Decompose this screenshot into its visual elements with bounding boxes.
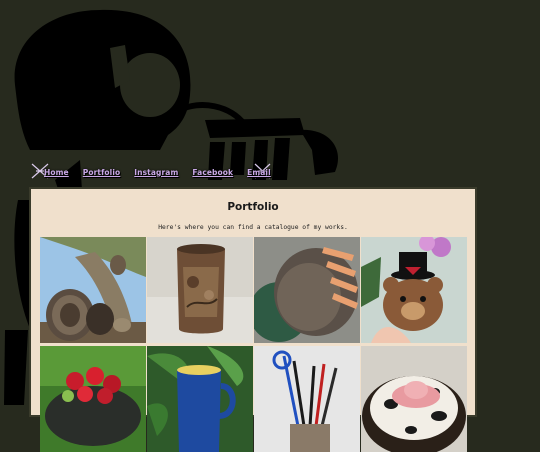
- portfolio-photo-cow-dish[interactable]: [361, 346, 467, 452]
- portfolio-photo-tall-vase[interactable]: [147, 237, 253, 343]
- portfolio-grid: [40, 237, 467, 452]
- page-subtitle: Here's where you can find a catalogue of…: [158, 224, 348, 231]
- page-title: Portfolio: [227, 201, 279, 213]
- portfolio-photo-pen-holder[interactable]: [254, 346, 360, 452]
- portfolio-photo-blue-mug[interactable]: [147, 346, 253, 452]
- portfolio-photo-strawberry-bowl[interactable]: [40, 346, 146, 452]
- nav-instagram-link[interactable]: Instagram: [134, 168, 178, 177]
- content-panel: Portfolio Here's where you can find a ca…: [29, 187, 477, 452]
- nav-email-link[interactable]: Email: [247, 168, 271, 177]
- portfolio-photo-tree-platters[interactable]: [40, 237, 146, 343]
- portfolio-photo-round-pot[interactable]: [254, 237, 360, 343]
- main-nav: Home Portfolio Instagram Facebook Email: [30, 160, 280, 184]
- portfolio-photo-bear-mug[interactable]: [361, 237, 467, 343]
- nav-home-link[interactable]: Home: [44, 168, 69, 177]
- nav-facebook-link[interactable]: Facebook: [192, 168, 233, 177]
- nav-portfolio-link[interactable]: Portfolio: [83, 168, 121, 177]
